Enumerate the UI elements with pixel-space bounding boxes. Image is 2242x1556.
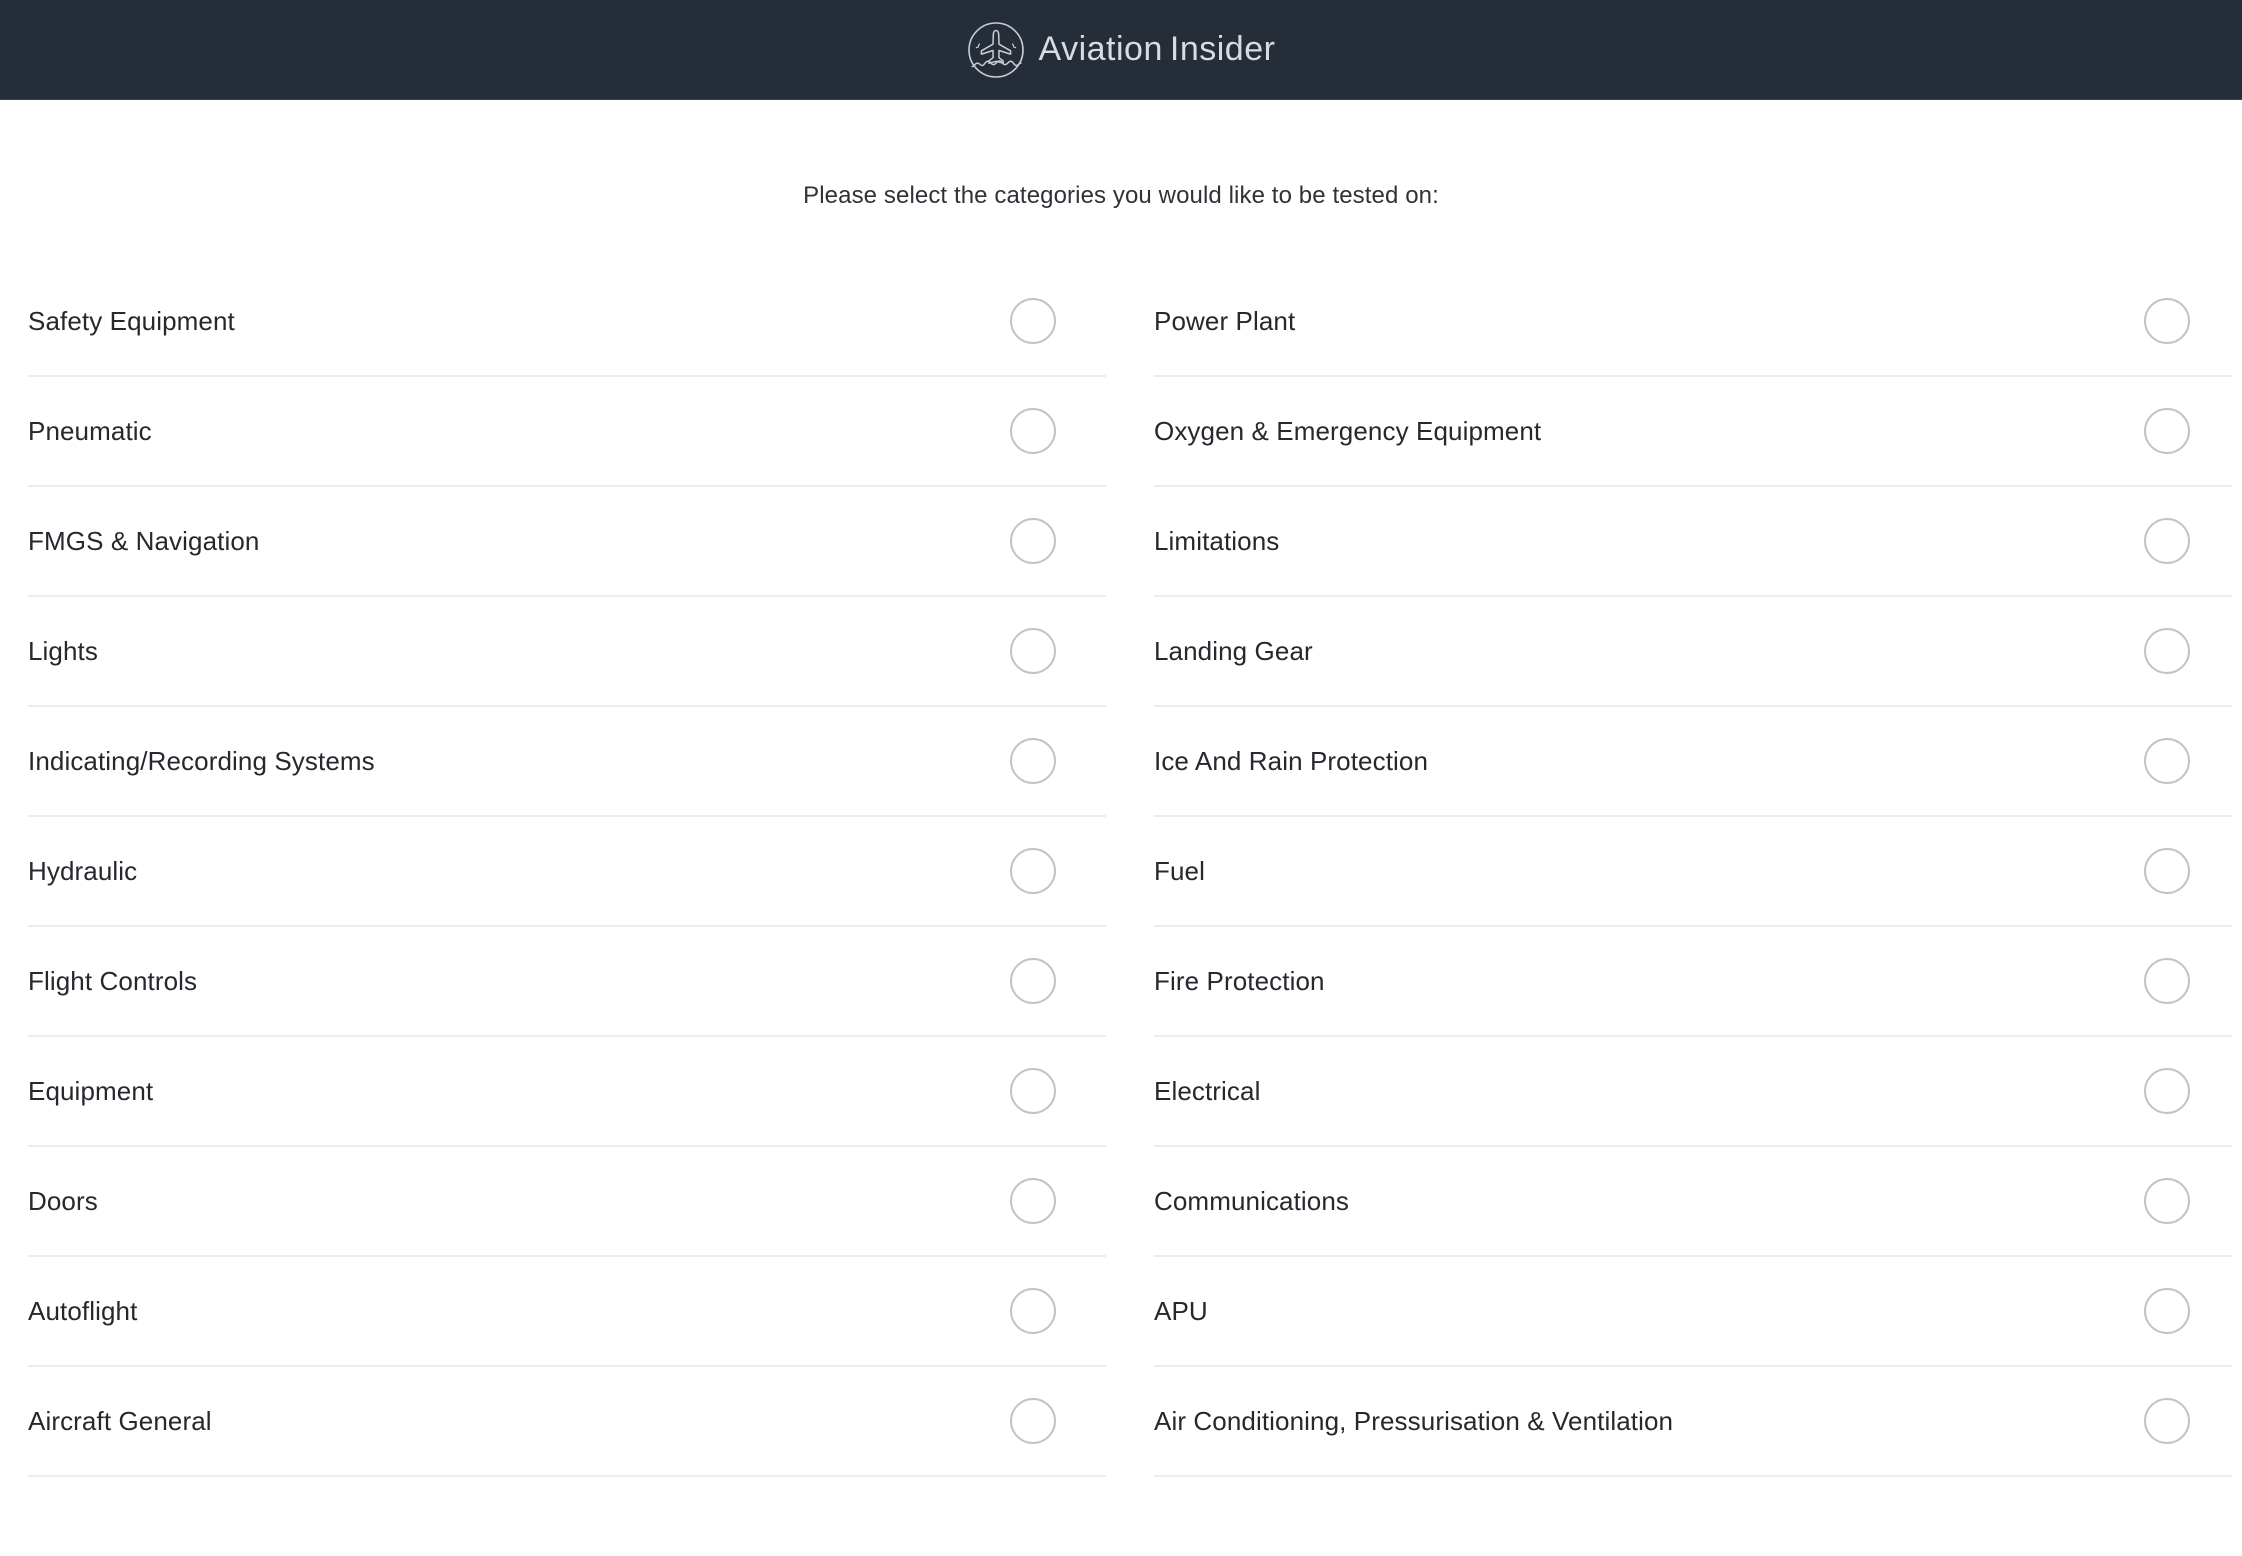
brand-logo[interactable]: Aviation Insider — [967, 21, 1276, 79]
category-row[interactable]: Oxygen & Emergency Equipment — [1154, 377, 2232, 487]
category-row[interactable]: Air Conditioning, Pressurisation & Venti… — [1154, 1367, 2232, 1477]
category-row[interactable]: Communications — [1154, 1147, 2232, 1257]
category-row[interactable]: Electrical — [1154, 1037, 2232, 1147]
empty-circle-icon[interactable] — [1010, 848, 1056, 894]
empty-circle-icon[interactable] — [2144, 298, 2190, 344]
empty-circle-icon[interactable] — [2144, 628, 2190, 674]
empty-circle-icon[interactable] — [1010, 1398, 1056, 1444]
empty-circle-icon[interactable] — [2144, 1178, 2190, 1224]
empty-circle-icon[interactable] — [2144, 738, 2190, 784]
category-row[interactable]: Ice And Rain Protection — [1154, 707, 2232, 817]
category-row[interactable]: Indicating/Recording Systems — [28, 707, 1106, 817]
empty-circle-icon[interactable] — [1010, 628, 1056, 674]
category-row[interactable]: Pneumatic — [28, 377, 1106, 487]
empty-circle-icon[interactable] — [1010, 1068, 1056, 1114]
category-columns: Safety Equipment Pneumatic FMGS & Navigati… — [0, 267, 2242, 1477]
category-row[interactable]: Lights — [28, 597, 1106, 707]
empty-circle-icon[interactable] — [2144, 1068, 2190, 1114]
category-label: Indicating/Recording Systems — [28, 745, 375, 776]
empty-circle-icon[interactable] — [2144, 518, 2190, 564]
category-label: Power Plant — [1154, 305, 1296, 336]
category-label: Safety Equipment — [28, 305, 235, 336]
category-label: APU — [1154, 1295, 1208, 1326]
brand-name-first: Aviation — [1038, 30, 1163, 68]
category-label: FMGS & Navigation — [28, 525, 260, 556]
category-label: Ice And Rain Protection — [1154, 745, 1429, 776]
category-label: Communications — [1154, 1185, 1350, 1216]
instruction-text: Please select the categories you would l… — [803, 182, 1439, 209]
category-row[interactable]: Power Plant — [1154, 267, 2232, 377]
category-label: Lights — [28, 635, 98, 666]
category-label: Flight Controls — [28, 965, 198, 996]
site-header: Aviation Insider — [0, 0, 2242, 100]
category-label: Air Conditioning, Pressurisation & Venti… — [1154, 1405, 1674, 1436]
brand-name-second: Insider — [1169, 30, 1276, 68]
category-label: Pneumatic — [28, 415, 152, 446]
category-label: Autoflight — [28, 1295, 138, 1326]
category-row[interactable]: Aircraft General — [28, 1367, 1106, 1477]
empty-circle-icon[interactable] — [2144, 408, 2190, 454]
airplane-in-circle-logo-icon — [967, 21, 1025, 79]
instruction-container: Please select the categories you would l… — [0, 100, 2242, 210]
empty-circle-icon[interactable] — [1010, 1178, 1056, 1224]
category-label: Hydraulic — [28, 855, 138, 886]
category-label: Fire Protection — [1154, 965, 1325, 996]
category-row[interactable]: Fire Protection — [1154, 927, 2232, 1037]
category-row[interactable]: FMGS & Navigation — [28, 487, 1106, 597]
category-row[interactable]: Fuel — [1154, 817, 2232, 927]
category-row[interactable]: Safety Equipment — [28, 267, 1106, 377]
empty-circle-icon[interactable] — [1010, 408, 1056, 454]
category-column-left: Safety Equipment Pneumatic FMGS & Navigati… — [28, 267, 1106, 1477]
empty-circle-icon[interactable] — [1010, 298, 1056, 344]
category-row[interactable]: Flight Controls — [28, 927, 1106, 1037]
empty-circle-icon[interactable] — [1010, 958, 1056, 1004]
empty-circle-icon[interactable] — [2144, 1288, 2190, 1334]
category-row[interactable]: Limitations — [1154, 487, 2232, 597]
category-row[interactable]: Landing Gear — [1154, 597, 2232, 707]
empty-circle-icon[interactable] — [1010, 738, 1056, 784]
empty-circle-icon[interactable] — [2144, 958, 2190, 1004]
brand-name: Aviation Insider — [1039, 30, 1276, 69]
category-label: Aircraft General — [28, 1405, 212, 1436]
category-row[interactable]: APU — [1154, 1257, 2232, 1367]
category-label: Fuel — [1154, 855, 1205, 886]
category-row[interactable]: Equipment — [28, 1037, 1106, 1147]
category-label: Limitations — [1154, 525, 1280, 556]
category-label: Doors — [28, 1185, 98, 1216]
category-row[interactable]: Autoflight — [28, 1257, 1106, 1367]
category-label: Equipment — [28, 1075, 154, 1106]
empty-circle-icon[interactable] — [1010, 518, 1056, 564]
category-column-right: Power Plant Oxygen & Emergency Equipment L… — [1154, 267, 2232, 1477]
empty-circle-icon[interactable] — [2144, 848, 2190, 894]
empty-circle-icon[interactable] — [2144, 1398, 2190, 1444]
category-label: Oxygen & Emergency Equipment — [1154, 415, 1542, 446]
category-label: Electrical — [1154, 1075, 1261, 1106]
category-row[interactable]: Doors — [28, 1147, 1106, 1257]
category-row[interactable]: Hydraulic — [28, 817, 1106, 927]
empty-circle-icon[interactable] — [1010, 1288, 1056, 1334]
category-label: Landing Gear — [1154, 635, 1313, 666]
